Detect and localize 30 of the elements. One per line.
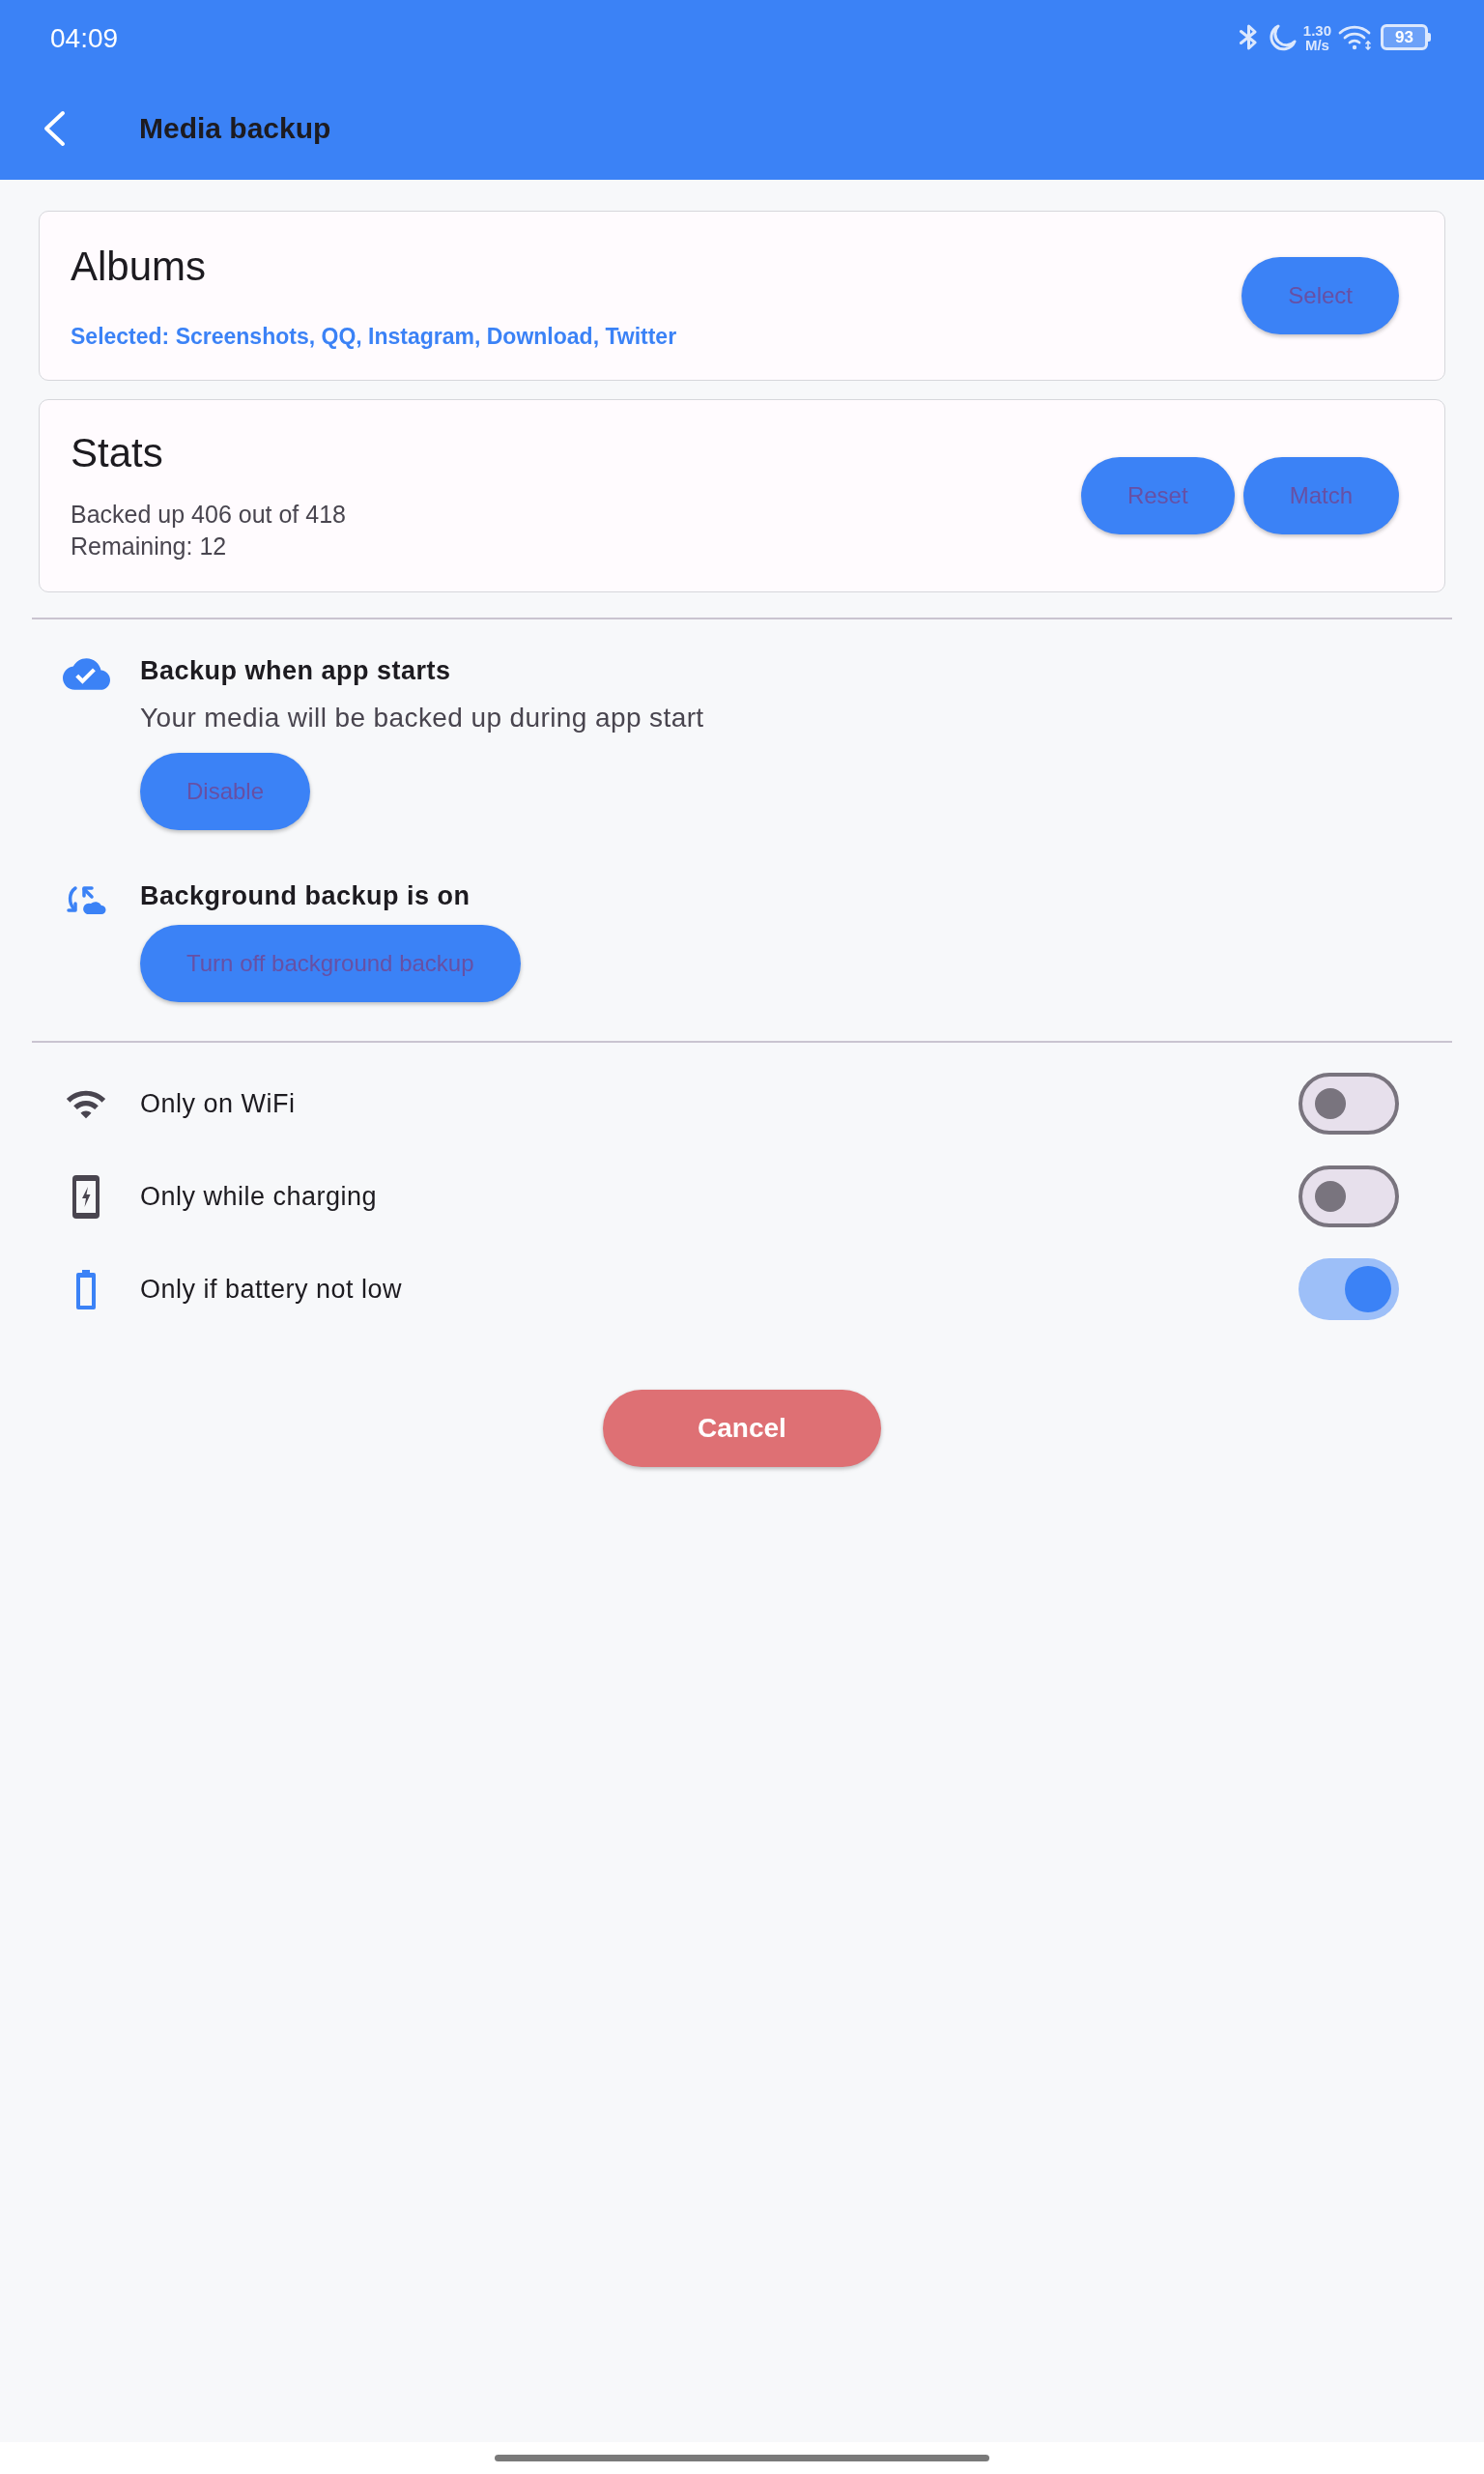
toggle-switch[interactable] <box>1298 1073 1399 1135</box>
battery-indicator: 93 <box>1381 24 1431 50</box>
disable-button[interactable]: Disable <box>140 753 311 830</box>
setting-label: Only if battery not low <box>140 1274 403 1306</box>
setting-title: Background backup is on <box>140 880 471 912</box>
cloud-check-icon <box>62 658 110 690</box>
battery-icon <box>76 1269 96 1309</box>
select-button[interactable]: Select <box>1241 257 1399 334</box>
chevron-left-icon <box>43 110 66 147</box>
sync-cloud-icon <box>66 884 106 914</box>
cancel-button[interactable]: Cancel <box>603 1390 881 1467</box>
back-button[interactable] <box>43 110 66 147</box>
turn-off-button[interactable]: Turn off background backup <box>140 925 521 1002</box>
wifi-icon <box>1338 24 1374 50</box>
status-time: 04:09 <box>50 25 119 52</box>
toggle-switch[interactable] <box>1298 1165 1399 1227</box>
card-title: Stats <box>71 429 163 477</box>
setting-label: Only while charging <box>140 1181 378 1213</box>
match-button[interactable]: Match <box>1242 457 1399 534</box>
phone-charging-icon <box>72 1174 100 1219</box>
reset-button[interactable]: Reset <box>1080 457 1235 534</box>
page-title: Media backup <box>139 114 331 143</box>
card-title: Albums <box>71 242 207 291</box>
network-speed: 1.30 M/s <box>1302 22 1331 52</box>
selected-albums: Selected: Screenshots, QQ, Instagram, Download, Twitter <box>71 322 677 350</box>
stats-line: Backed up 406 out of 418 <box>71 500 346 530</box>
setting-description: Your media will be backed up during app start <box>140 702 704 734</box>
setting-label: Only on WiFi <box>140 1088 296 1120</box>
stats-line: Remaining: 12 <box>71 532 227 561</box>
setting-title: Backup when app starts <box>140 655 451 687</box>
